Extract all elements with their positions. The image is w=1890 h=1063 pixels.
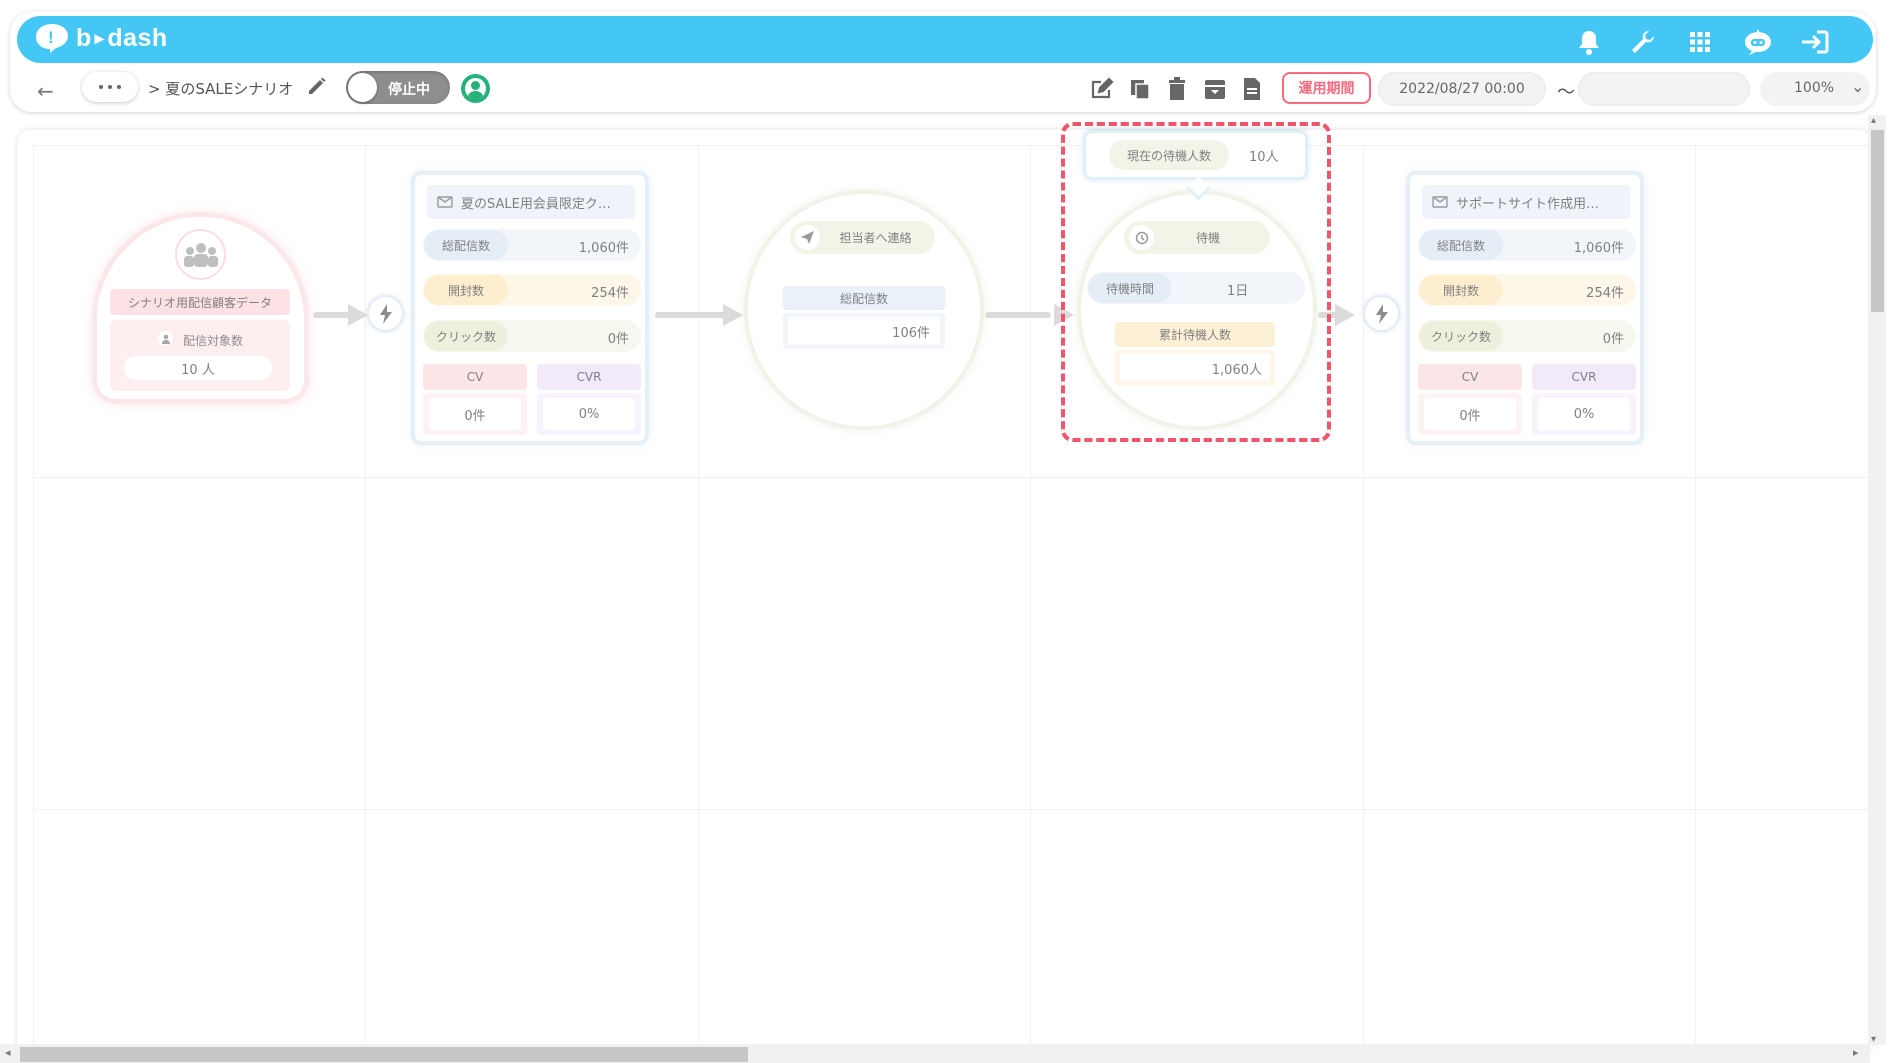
stat-sent-label: 総配信数 <box>424 230 508 260</box>
stat-open-value: 254件 <box>1586 286 1624 301</box>
stat-sent-row: 総配信数 1,060件 <box>423 229 641 261</box>
logout-icon[interactable] <box>1798 25 1832 59</box>
stat-sent-row: 総配信数 1,060件 <box>1418 229 1636 261</box>
stat-cv-value: 0件 <box>1424 398 1516 430</box>
stat-click-label: クリック数 <box>1419 321 1503 351</box>
wrench-icon[interactable] <box>1626 25 1660 59</box>
scroll-up-icon[interactable]: ▴ <box>1871 115 1876 126</box>
stat-cv-label: CV <box>1418 364 1522 390</box>
vertical-scrollbar[interactable]: ▴ ▾ <box>1868 115 1886 1045</box>
stat-open-row: 開封数 254件 <box>423 274 641 306</box>
document-icon[interactable] <box>1237 74 1266 103</box>
flow-arrow <box>655 312 725 318</box>
scroll-down-icon[interactable]: ▾ <box>1871 1034 1876 1045</box>
stat-sent-value: 1,060件 <box>1573 241 1624 256</box>
stat-cv-value: 0件 <box>429 398 521 430</box>
stat-click-row: クリック数 0件 <box>1418 320 1636 352</box>
stat-cvr-value: 0% <box>1538 398 1630 430</box>
zoom-select[interactable]: 100% ⌄ <box>1760 72 1870 106</box>
grid-icon[interactable] <box>1683 25 1717 59</box>
mail-node-title: サポートサイト作成用… <box>1422 185 1630 219</box>
back-arrow-icon[interactable]: ← <box>37 79 54 103</box>
date-range-separator: 〜 <box>1557 82 1575 103</box>
horizontal-scrollbar[interactable]: ◂ ▸ <box>0 1044 1870 1063</box>
flow-arrow-head <box>1335 304 1355 326</box>
edit-note-icon[interactable] <box>1087 74 1116 103</box>
archive-icon[interactable] <box>1200 74 1229 103</box>
breadcrumb: > 夏のSALEシナリオ <box>148 80 294 98</box>
scroll-right-icon[interactable]: ▸ <box>1853 1046 1859 1059</box>
end-date-field[interactable] <box>1578 72 1750 106</box>
trigger-bolt-icon[interactable] <box>1363 295 1400 332</box>
notify-sent-value: 106件 <box>788 317 940 344</box>
stat-open-label: 開封数 <box>424 275 508 305</box>
stat-click-value: 0件 <box>607 332 629 347</box>
flow-arrow <box>985 312 1051 318</box>
mail-node-title-text: サポートサイト作成用… <box>1456 196 1600 212</box>
segment-target-label: 配信対象数 <box>183 334 244 348</box>
start-date-field[interactable]: 2022/08/27 00:00 <box>1378 72 1546 106</box>
mail-node-summer-sale[interactable]: 夏のSALE用会員限定ク… 総配信数 1,060件 開封数 254件 クリック数… <box>411 171 649 445</box>
segment-target-value: 10 人 <box>124 356 272 380</box>
flow-arrow-head <box>348 304 368 326</box>
trigger-bolt-icon[interactable] <box>367 295 404 332</box>
stat-cv-box: 0件 <box>1418 393 1522 435</box>
stat-cvr-box: 0% <box>537 393 641 435</box>
mail-node-title-text: 夏のSALE用会員限定ク… <box>461 196 611 212</box>
stat-sent-value: 1,060件 <box>578 241 629 256</box>
horizontal-scroll-thumb[interactable] <box>20 1047 748 1062</box>
stat-cvr-value: 0% <box>543 398 635 430</box>
stat-open-label: 開封数 <box>1419 275 1503 305</box>
stat-click-value: 0件 <box>1602 332 1624 347</box>
stat-click-row: クリック数 0件 <box>423 320 641 352</box>
breadcrumb-more-button[interactable] <box>82 72 138 102</box>
zoom-value: 100% <box>1794 80 1835 96</box>
svg-text:!: ! <box>48 28 54 47</box>
mail-node-title: 夏のSALE用会員限定ク… <box>427 185 635 219</box>
stat-open-value: 254件 <box>591 286 629 301</box>
stat-open-row: 開封数 254件 <box>1418 274 1636 306</box>
copy-icon[interactable] <box>1125 74 1154 103</box>
mail-icon <box>1432 196 1448 208</box>
stat-cvr-label: CVR <box>1532 364 1636 390</box>
stat-cvr-label: CVR <box>537 364 641 390</box>
scroll-left-icon[interactable]: ◂ <box>5 1046 11 1059</box>
stat-cvr-box: 0% <box>1532 393 1636 435</box>
vertical-scroll-thumb[interactable] <box>1871 130 1884 312</box>
stat-click-label: クリック数 <box>424 321 508 351</box>
scenario-status-toggle[interactable]: 停止中 <box>346 71 450 104</box>
bell-icon[interactable] <box>1572 25 1606 59</box>
segment-title: シナリオ用配信顧客データ <box>110 289 290 315</box>
delete-icon[interactable] <box>1162 74 1191 103</box>
flow-arrow-head <box>723 304 743 326</box>
edit-name-icon[interactable] <box>307 76 327 101</box>
notify-sent-box: 106件 <box>783 313 945 349</box>
group-icon <box>175 229 226 280</box>
person-icon <box>158 331 173 346</box>
send-icon <box>795 225 820 250</box>
stat-sent-label: 総配信数 <box>1419 230 1503 260</box>
notify-title: 担当者へ連絡 <box>839 231 912 245</box>
brand-logo[interactable]: ! b ▸ dash <box>34 22 168 54</box>
chevron-down-icon: ⌄ <box>1851 77 1865 96</box>
highlight-dashed-frame-front <box>1061 122 1331 442</box>
stat-cv-label: CV <box>423 364 527 390</box>
notify-title-pill: 担当者へ連絡 <box>790 221 935 254</box>
mail-icon <box>437 196 453 208</box>
stat-cv-box: 0件 <box>423 393 527 435</box>
notify-sent-label: 総配信数 <box>783 286 945 310</box>
robot-icon[interactable] <box>1741 25 1775 59</box>
toggle-knob <box>348 73 377 102</box>
brand-logo-icon: ! <box>36 24 68 53</box>
user-icon <box>465 78 486 99</box>
mail-node-support-site[interactable]: サポートサイト作成用… 総配信数 1,060件 開封数 254件 クリック数 0… <box>1406 171 1644 445</box>
period-button[interactable]: 運用期間 <box>1282 72 1371 104</box>
user-avatar[interactable] <box>461 74 490 103</box>
toggle-label: 停止中 <box>388 82 430 98</box>
